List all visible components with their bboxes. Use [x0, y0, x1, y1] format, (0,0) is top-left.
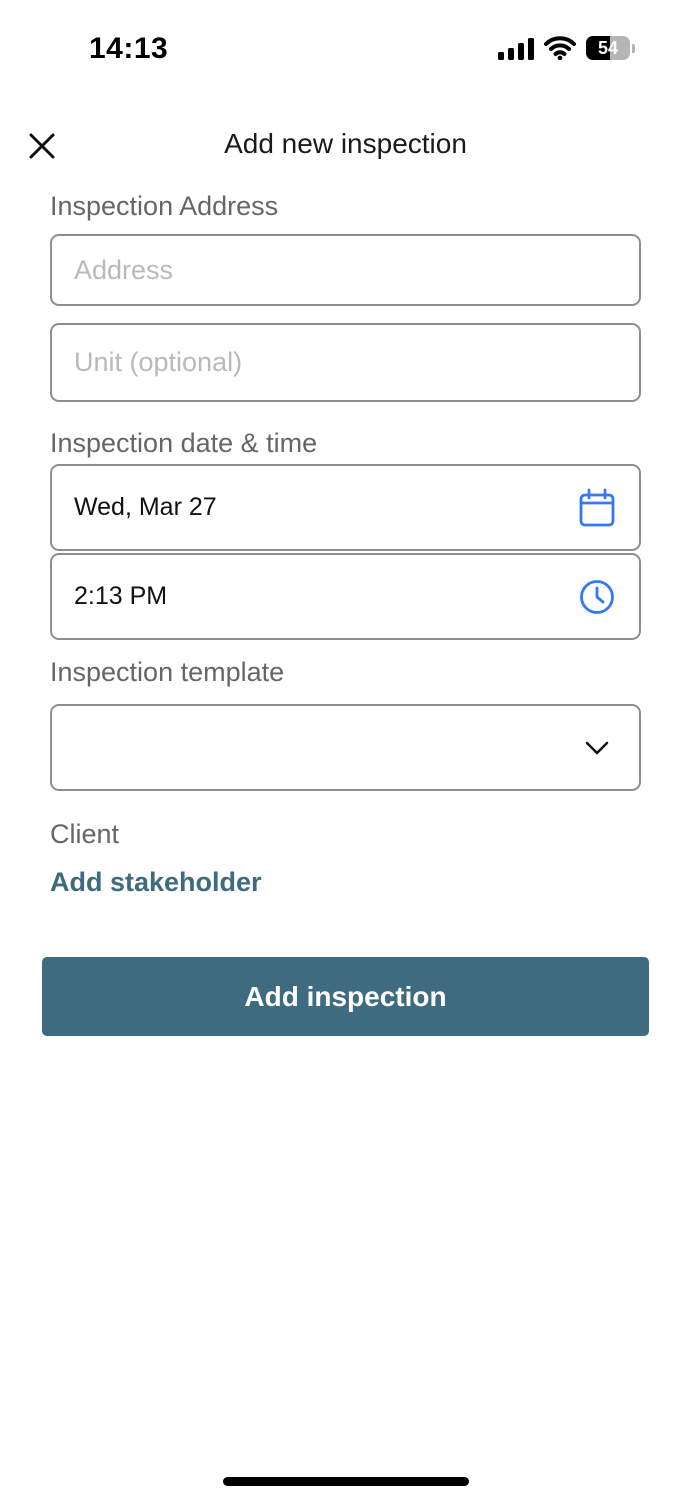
cellular-signal-icon: [498, 36, 534, 60]
time-picker-field[interactable]: 2:13 PM: [50, 553, 641, 640]
screen: 14:13 54 Add new inspection Inspection A…: [0, 0, 691, 1500]
address-input[interactable]: [74, 254, 617, 286]
time-value: 2:13 PM: [74, 582, 168, 610]
chevron-down-icon[interactable]: [577, 728, 617, 768]
battery-icon: 54: [586, 36, 630, 60]
unit-input[interactable]: [74, 347, 617, 378]
template-select[interactable]: [50, 704, 641, 791]
address-field[interactable]: [50, 234, 641, 306]
address-section-label: Inspection Address: [50, 191, 279, 221]
status-icons: 54: [498, 36, 635, 60]
calendar-icon[interactable]: [577, 488, 617, 528]
datetime-section-label: Inspection date & time: [50, 428, 318, 458]
date-value: Wed, Mar 27: [74, 493, 217, 521]
template-section-label: Inspection template: [50, 657, 285, 687]
add-inspection-button[interactable]: Add inspection: [42, 957, 649, 1036]
clock-icon[interactable]: [577, 577, 617, 617]
unit-field[interactable]: [50, 323, 641, 402]
battery-tip: [632, 43, 635, 53]
page-title: Add new inspection: [224, 128, 467, 159]
status-time: 14:13: [89, 32, 169, 65]
add-stakeholder-link[interactable]: Add stakeholder: [50, 867, 262, 898]
client-label: Client: [50, 819, 120, 849]
wifi-icon: [544, 36, 576, 60]
date-picker-field[interactable]: Wed, Mar 27: [50, 464, 641, 551]
battery-level: 54: [597, 37, 619, 58]
home-indicator[interactable]: [223, 1477, 469, 1486]
